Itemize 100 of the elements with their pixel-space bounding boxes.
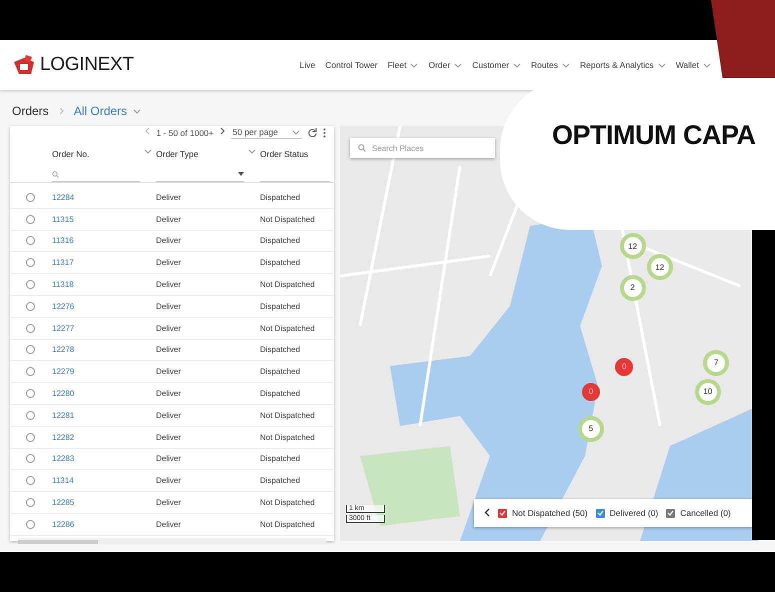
row-radio[interactable] — [26, 280, 35, 290]
order-number-link[interactable]: 12286 — [52, 520, 156, 529]
row-radio[interactable] — [26, 410, 35, 420]
nav-item[interactable]: Customer — [472, 60, 522, 70]
table-cell-text: Deliver — [156, 345, 182, 354]
table-cell-text: Not Dispatched — [260, 520, 316, 529]
table-cell-text: Deliver — [156, 214, 182, 224]
banner-headline: OPTIMUM CAPA — [552, 120, 756, 150]
table-cell-text: Deliver — [156, 302, 182, 311]
caret-icon — [144, 149, 152, 154]
caret-icon — [454, 62, 462, 68]
order-number-link[interactable]: 11317 — [52, 258, 156, 268]
more-icon[interactable] — [323, 128, 326, 138]
row-radio[interactable] — [26, 367, 35, 376]
order-number-link[interactable]: 12283 — [52, 454, 156, 464]
caret-icon — [410, 62, 418, 68]
table-cell-text: Dispatched — [260, 302, 302, 311]
table-cell-text: Dispatched — [260, 236, 302, 246]
row-radio[interactable] — [26, 432, 35, 442]
table-cell-text: Dispatched — [260, 367, 302, 376]
row-radio[interactable] — [26, 214, 35, 224]
table-cell-text: Deliver — [156, 432, 182, 442]
row-radio[interactable] — [26, 192, 35, 202]
caret-icon — [562, 62, 570, 68]
legend-label: Delivered (0) — [610, 508, 658, 518]
legend-label: Not Dispatched (50) — [512, 508, 588, 518]
nav-item[interactable]: Order — [428, 60, 462, 70]
table-cell-text: Deliver — [156, 192, 182, 202]
caret-icon — [248, 149, 256, 154]
nav-item[interactable]: Reports & Analytics — [580, 60, 666, 70]
refresh-icon[interactable] — [308, 128, 317, 137]
page-range: 1 - 50 of 1000+ — [156, 128, 214, 138]
order-number-link[interactable]: 11316 — [52, 236, 156, 246]
row-radio[interactable] — [26, 454, 35, 464]
search-icon — [358, 144, 366, 152]
column-header[interactable]: Order Status — [260, 149, 308, 161]
order-number-link[interactable]: 12284 — [52, 192, 156, 202]
row-radio[interactable] — [26, 345, 35, 354]
table-cell-text: Dispatched — [260, 345, 302, 354]
table-cell-text: Deliver — [156, 389, 182, 398]
caret-icon — [703, 62, 711, 68]
table-cell-text: Not Dispatched — [260, 432, 316, 442]
per-page-select[interactable]: 50 per page — [230, 126, 302, 139]
breadcrumb-root[interactable]: Orders — [12, 104, 49, 118]
caret-icon — [133, 108, 142, 114]
breadcrumb-dropdown[interactable]: All Orders — [74, 104, 142, 118]
row-radio[interactable] — [26, 236, 35, 246]
table-cell-text: Deliver — [156, 454, 182, 464]
chevron-icon — [58, 107, 64, 115]
order-number-link[interactable]: 12282 — [52, 432, 156, 442]
row-radio[interactable] — [26, 520, 35, 529]
brand-name: LOGINEXT — [40, 54, 134, 76]
legend-checkbox[interactable] — [666, 508, 676, 518]
row-radio[interactable] — [26, 498, 35, 508]
column-header[interactable]: Order No. — [52, 149, 90, 161]
caret-icon — [513, 62, 522, 68]
row-radio[interactable] — [26, 476, 35, 486]
row-radio[interactable] — [26, 324, 35, 333]
nav-item[interactable]: Control Tower — [325, 60, 378, 70]
row-radio[interactable] — [26, 302, 35, 311]
table-cell-text: Deliver — [156, 280, 182, 290]
table-cell-text: Not Dispatched — [260, 410, 316, 420]
caret-icon — [658, 62, 666, 68]
order-number-link[interactable]: 12280 — [52, 389, 156, 398]
legend-checkbox[interactable] — [498, 508, 507, 518]
table-cell-text: Deliver — [156, 410, 182, 420]
order-number-link[interactable]: 11314 — [52, 476, 156, 486]
table-cell-text: Deliver — [156, 476, 182, 486]
nav-item[interactable]: Fleet — [388, 60, 418, 70]
table-cell-text: Deliver — [156, 258, 182, 268]
table-cell-text: Not Dispatched — [260, 280, 316, 290]
row-radio[interactable] — [26, 258, 35, 268]
caret-icon — [292, 130, 300, 134]
table-cell-text: Not Dispatched — [260, 498, 316, 508]
table-cell-text: Dispatched — [260, 476, 302, 486]
legend-checkbox[interactable] — [596, 508, 605, 518]
search-field[interactable]: Search Places — [350, 138, 495, 158]
table-cell-text: Not Dispatched — [260, 214, 316, 224]
order-number-link[interactable]: 12276 — [52, 302, 156, 311]
scrollbar[interactable] — [18, 538, 326, 544]
logo-icon — [12, 54, 36, 76]
column-header[interactable]: Order Type — [156, 149, 198, 161]
order-number-link[interactable]: 11318 — [52, 280, 156, 290]
order-number-link[interactable]: 12277 — [52, 324, 156, 333]
order-number-link[interactable]: 12285 — [52, 498, 156, 508]
order-number-link[interactable]: 12281 — [52, 410, 156, 420]
table-cell-text: Deliver — [156, 367, 182, 376]
nav-item[interactable]: Wallet — [676, 60, 711, 70]
order-number-link[interactable]: 11315 — [52, 214, 156, 224]
table-cell-text: Not Dispatched — [260, 324, 316, 333]
table-cell-text: Dispatched — [260, 258, 302, 268]
search-icon — [52, 170, 59, 178]
nav-item[interactable]: Routes — [531, 60, 570, 70]
table-cell-text: Deliver — [156, 520, 182, 529]
nav-item[interactable]: Live — [300, 60, 316, 70]
order-number-link[interactable]: 12279 — [52, 367, 156, 376]
row-radio[interactable] — [26, 389, 35, 398]
table-cell-text: Dispatched — [260, 389, 302, 398]
order-number-link[interactable]: 12278 — [52, 345, 156, 354]
table-cell-text: Dispatched — [260, 454, 302, 464]
